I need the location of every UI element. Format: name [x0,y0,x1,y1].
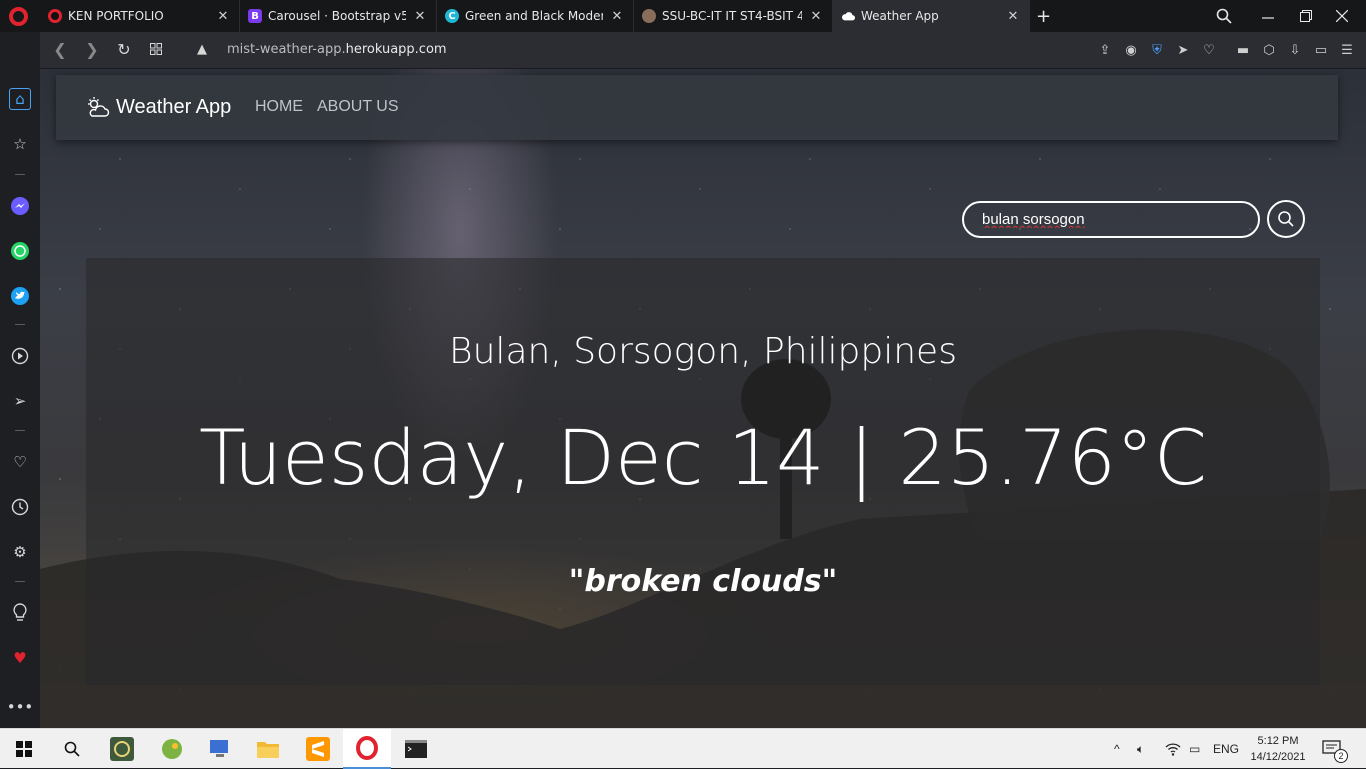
opera-sidebar: ⌂ ☆ ➢ ♡ ⚙ ♥ ••• [0,32,40,728]
opera-menu-icon[interactable] [9,7,28,26]
easy-setup-icon[interactable]: ☰ [1340,40,1354,60]
download-icon[interactable]: ⇩ [1288,40,1302,60]
taskbar-search-icon[interactable] [48,729,96,769]
bootstrap-icon: B [248,9,262,23]
app-navbar: Weather App HOME ABOUT US [56,75,1338,140]
city-search-input[interactable] [962,201,1260,238]
forward-icon[interactable]: ❯ [82,40,102,60]
tab-ken-portfolio[interactable]: KEN PORTFOLIO ✕ [40,0,240,32]
windows-taskbar: ^ 🔈︎ ▭ ENG 5:12 PM 14/12/2021 2 [0,728,1366,769]
messenger-icon[interactable] [9,195,31,217]
close-icon[interactable]: ✕ [412,9,428,24]
sun-cloud-icon [88,97,110,117]
clock-date: 14/12/2021 [1250,751,1306,763]
sidebar-divider [15,430,25,431]
clock-time: 5:12 PM [1257,735,1299,747]
cube-icon[interactable]: ⬡ [1262,40,1276,60]
app-launcher-icon[interactable] [98,729,146,769]
star-bookmark-icon[interactable]: ☆ [9,133,31,155]
wifi-icon[interactable] [1165,729,1181,769]
close-icon[interactable]: ✕ [215,9,231,24]
flow-send-icon[interactable]: ➢ [9,390,31,412]
system-clock[interactable]: 5:12 PM 14/12/2021 [1248,733,1308,765]
url-field[interactable]: mist-weather-app.herokuapp.com [227,42,447,57]
battery-icon[interactable]: ▭ [1314,40,1328,60]
notification-center-icon[interactable]: 2 [1322,729,1348,769]
tips-lightbulb-icon[interactable] [9,602,31,624]
nav-about-link[interactable]: ABOUT US [317,98,399,116]
brand-title: Weather App [116,95,232,118]
address-bar: ❮ ❯ ↻ ▲ mist-weather-app.herokuapp.com ⇪… [40,32,1366,69]
nav-home-link[interactable]: HOME [255,98,303,116]
canva-icon: C [445,9,459,23]
cloud-icon [841,9,855,23]
heart-filled-icon[interactable]: ♥ [9,647,31,669]
sidebar-divider [15,324,25,325]
share-icon[interactable]: ⇪ [1098,40,1112,60]
tab-canva-design[interactable]: C Green and Black Modern Re ✕ [437,0,634,32]
notification-count-badge: 2 [1334,749,1348,763]
page-viewport: Weather App HOME ABOUT US Bulan, Sorsogo… [40,69,1366,728]
battery-status-icon[interactable]: ▭ [1189,729,1200,769]
send-icon[interactable]: ➤ [1176,40,1190,60]
restore-icon[interactable] [1300,0,1312,32]
tab-search-icon[interactable] [1216,0,1232,32]
new-tab-button[interactable]: + [1036,0,1052,32]
close-icon[interactable]: ✕ [1005,9,1021,24]
chameleon-app-icon[interactable] [148,729,196,769]
reload-icon[interactable]: ↻ [114,40,134,60]
opera-taskbar-icon[interactable] [343,729,391,769]
computer-app-icon[interactable] [196,729,244,769]
snapshot-camera-icon[interactable]: ◉ [1124,40,1138,60]
more-ellipsis-icon[interactable]: ••• [7,696,34,718]
search-icon [1278,211,1294,227]
volume-icon[interactable]: 🔈︎ [1137,729,1144,769]
date-temperature-text: Tuesday, Dec 14 | 25.76°C [198,413,1207,502]
tab-bootstrap-carousel[interactable]: B Carousel · Bootstrap v5.1 ✕ [240,0,437,32]
close-icon[interactable]: ✕ [808,9,824,24]
university-icon [642,9,656,23]
tab-weather-app[interactable]: Weather App ✕ [833,0,1030,32]
speed-dial-home-icon[interactable]: ⌂ [9,88,31,110]
browser-tab-strip: KEN PORTFOLIO ✕ B Carousel · Bootstrap v… [0,0,1366,32]
address-bar-tools: ⇪ ◉ ⛨ ➤ ♡ ▬ ⬡ ⇩ ▭ ☰ [1098,40,1354,60]
weather-card: Bulan, Sorsogon, Philippines Tuesday, De… [86,258,1320,685]
player-icon[interactable] [9,345,31,367]
settings-gear-icon[interactable]: ⚙ [9,541,31,563]
wallet-icon[interactable]: ▬ [1236,40,1250,60]
whatsapp-icon[interactable] [9,240,31,262]
heart-icon[interactable]: ♡ [1202,40,1216,60]
history-clock-icon[interactable] [9,496,31,518]
minimize-icon[interactable] [1262,0,1274,32]
not-secure-warning-icon[interactable]: ▲ [192,40,212,60]
close-icon[interactable]: ✕ [609,9,625,24]
sublime-text-icon[interactable] [294,729,342,769]
window-close-icon[interactable] [1336,0,1348,32]
location-text: Bulan, Sorsogon, Philippines [449,331,957,372]
sidebar-divider [15,174,25,175]
windows-start-icon[interactable] [0,729,48,769]
pinboard-heart-icon[interactable]: ♡ [9,451,31,473]
sidebar-divider [15,581,25,582]
weather-description: "broken clouds" [568,564,838,599]
adblock-shield-icon[interactable]: ⛨ [1150,40,1164,60]
show-hidden-icons-chevron[interactable]: ^ [1114,729,1120,769]
tab-grid-icon[interactable] [146,40,166,60]
opera-icon [48,9,62,23]
tab-ssu-course[interactable]: SSU-BC-IT IT ST4-BSIT 4B: I ✕ [634,0,833,32]
terminal-icon[interactable] [392,729,440,769]
back-icon[interactable]: ❮ [50,40,70,60]
brand-link[interactable]: Weather App [86,95,231,119]
twitter-icon[interactable] [9,285,31,307]
search-button[interactable] [1267,200,1305,238]
language-indicator[interactable]: ENG [1213,729,1239,769]
file-explorer-icon[interactable] [244,729,292,769]
